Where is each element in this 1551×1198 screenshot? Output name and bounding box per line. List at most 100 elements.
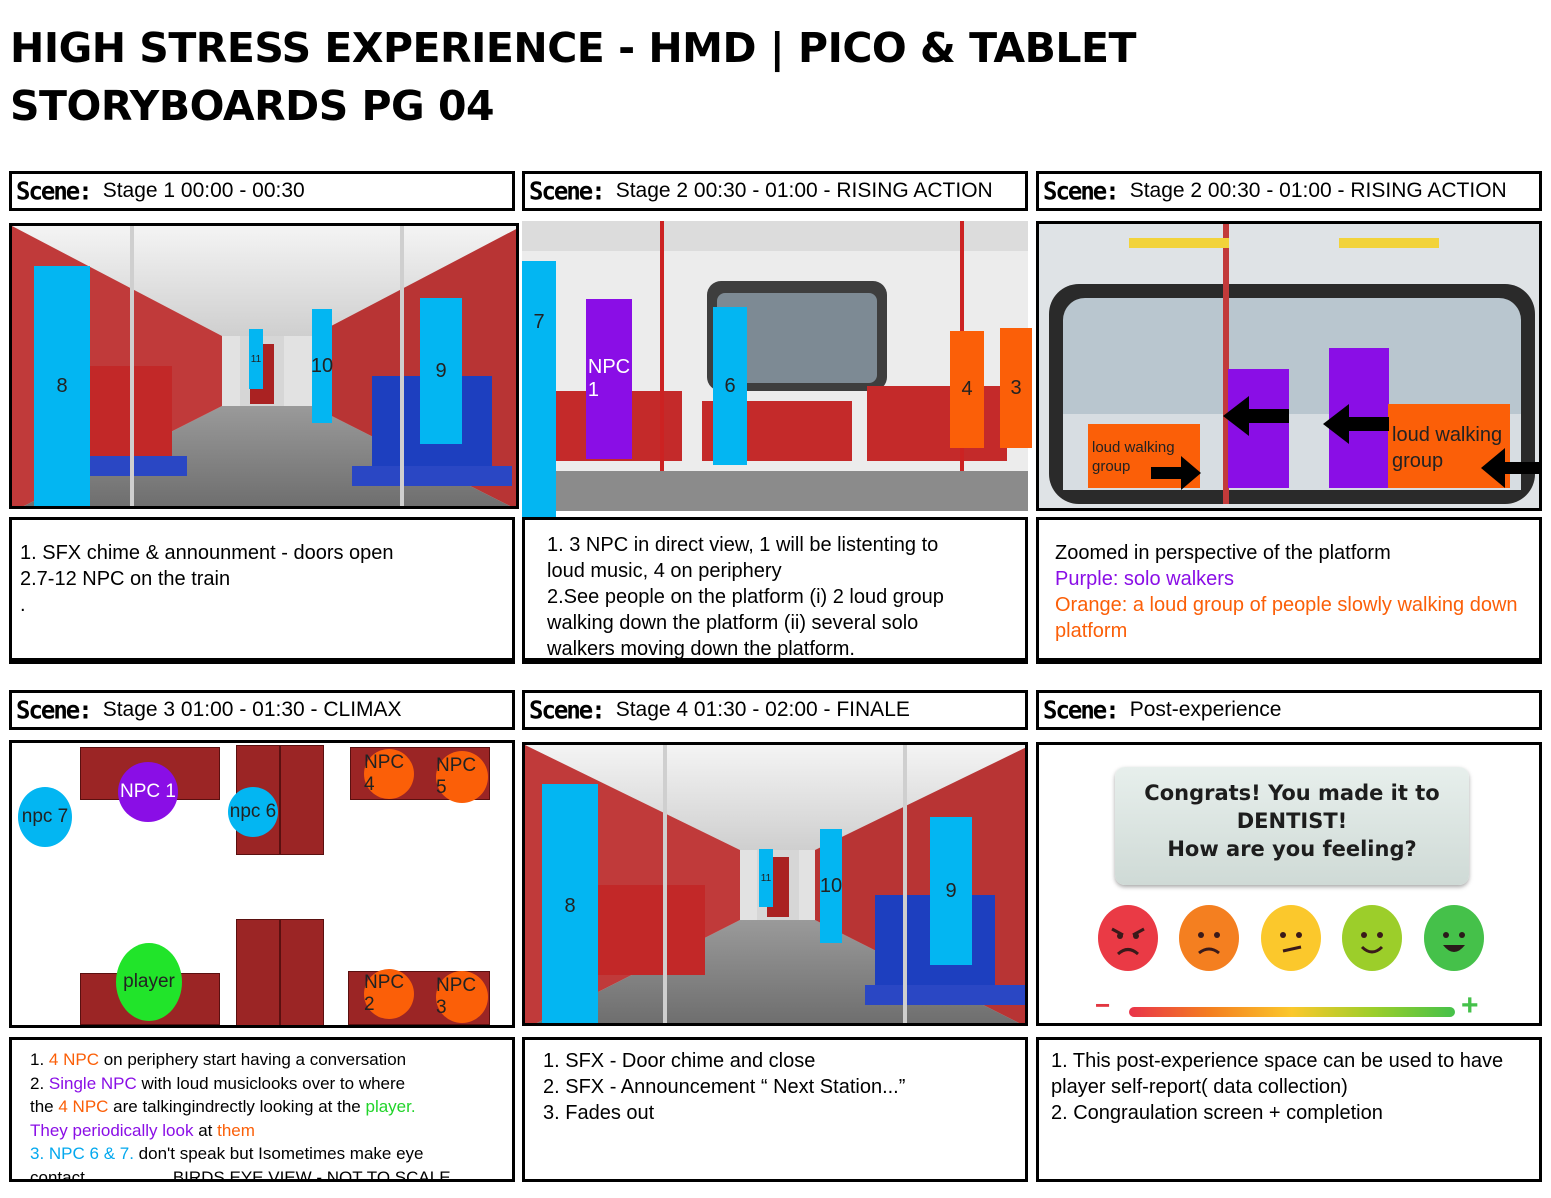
desc-purple-legend: Purple: solo walkers [1055, 568, 1234, 590]
desc-line: 1. SFX - Door chime and close [543, 1050, 816, 1072]
npc-block-11: 11 [249, 329, 263, 389]
npc-3-marker: NPC 3 [436, 971, 488, 1023]
npc-block-10: 10 [311, 309, 333, 423]
npc-block-3: 3 [1000, 328, 1032, 448]
npc-2-marker: NPC 2 [364, 969, 414, 1019]
sad-face-icon [1198, 932, 1220, 955]
npc-4-marker: NPC 4 [364, 749, 414, 799]
desc-line: Zoomed in perspective of the platform [1055, 542, 1391, 564]
congrats-banner: Congrats! You made it to DENTIST! How ar… [1115, 767, 1469, 885]
congrats-line: DENTIST! [1236, 809, 1348, 833]
seat-block [236, 919, 280, 1025]
desc-text: 4 NPC [48, 1050, 99, 1069]
congrats-line: Congrats! You made it to [1144, 781, 1440, 805]
desc-line: . [20, 594, 26, 616]
desc-text: 2. [30, 1073, 49, 1093]
npc-block-7: 7 [522, 261, 556, 521]
scene-5-header: Scene: Stage 4 01:30 - 02:00 - FINALE [522, 690, 1028, 730]
scene-label: Scene: [1043, 695, 1120, 725]
npc-block-npc1: NPC 1 [586, 299, 632, 459]
scene-2-title: Stage 2 00:30 - 01:00 - RISING ACTION [615, 179, 993, 202]
desc-line: 2. Congraulation screen + completion [1051, 1102, 1383, 1124]
desc-line: 3. Fades out [543, 1102, 655, 1124]
npc-block-11: 11 [759, 849, 773, 907]
scene-label: Scene: [16, 695, 93, 725]
npc-5-marker: NPC 5 [436, 751, 488, 803]
npc-block-9: 9 [420, 298, 462, 444]
scene-2-description: 1. 3 NPC in direct view, 1 will be liste… [522, 517, 1028, 661]
npc-1-marker: NPC 1 [118, 762, 178, 822]
birds-eye-note: BIRDS EYE VIEW - NOT TO SCALE [172, 1167, 451, 1182]
desc-text: on periphery start having a conversation [98, 1050, 407, 1069]
desc-line: 2.See people on the platform (i) 2 loud … [547, 586, 944, 608]
scene-3-title: Stage 2 00:30 - 01:00 - RISING ACTION [1129, 179, 1507, 202]
arrow-left-icon [1481, 448, 1539, 488]
scene-label: Scene: [1043, 176, 1120, 206]
mood-face-meh[interactable] [1261, 905, 1321, 971]
scene-label: Scene: [529, 695, 606, 725]
desc-line: 2.7-12 NPC on the train [20, 568, 231, 590]
desc-line-6: contact BIRDS EYE VIEW - NOT TO SCALE [30, 1166, 494, 1182]
scene-4-title: Stage 3 01:00 - 01:30 - CLIMAX [102, 698, 402, 721]
page-title-line2: STORYBOARDS PG 04 [10, 82, 495, 130]
mood-face-angry[interactable] [1098, 905, 1158, 971]
arrow-left-icon [1223, 396, 1289, 436]
scene-label: Scene: [16, 176, 93, 206]
seat-block [280, 919, 324, 1025]
scene-2-image: 7 NPC 1 6 4 3 [522, 221, 1032, 521]
npc-block-6: 6 [713, 307, 747, 465]
desc-text: player. [365, 1097, 416, 1116]
desc-line: 1. SFX chime & announment - doors open [20, 542, 394, 564]
desc-line-5: 3. NPC 6 & 7. don't speak but Isometimes… [30, 1142, 494, 1166]
desc-line: walkers moving down the platform. [547, 638, 855, 660]
desc-line: 1. This post-experience space can be use… [1051, 1050, 1504, 1072]
desc-orange-legend: Orange: a loud group of people slowly wa… [1055, 594, 1518, 642]
seat-block [280, 745, 324, 855]
desc-line: player self-report( data collection) [1051, 1076, 1348, 1098]
desc-text: them [217, 1120, 255, 1140]
mood-face-sad[interactable] [1179, 905, 1239, 971]
desc-line-3: the 4 NPC are talkingindrectly looking a… [30, 1095, 494, 1119]
scene-6-image: Congrats! You made it to DENTIST! How ar… [1036, 742, 1542, 1026]
desc-line: loud music, 4 on periphery [547, 560, 782, 582]
mood-face-happy[interactable] [1424, 905, 1484, 971]
scene-3-description: Zoomed in perspective of the platform Pu… [1036, 517, 1542, 661]
arrow-right-icon [1151, 456, 1201, 490]
desc-line-1: 1. 4 NPC on periphery start having a con… [30, 1048, 494, 1072]
arrow-left-icon [1323, 404, 1389, 444]
npc-block-9: 9 [930, 817, 972, 965]
desc-text: at [193, 1120, 218, 1140]
scale-plus: + [1461, 989, 1479, 1022]
scene-label: Scene: [529, 176, 606, 206]
scene-1-description: 1. SFX chime & announment - doors open 2… [9, 517, 515, 661]
npc-block-10: 10 [820, 829, 842, 943]
desc-text: 1. [30, 1050, 49, 1069]
desc-text: the [30, 1097, 59, 1116]
smile-face-icon [1360, 932, 1384, 954]
desc-text: don't speak but Isometimes make eye [133, 1144, 424, 1163]
desc-line: 2. SFX - Announcement “ Next Station...” [543, 1076, 906, 1098]
scale-minus: − [1095, 990, 1111, 1020]
desc-text: They periodically look [30, 1120, 194, 1140]
mood-scale-bar [1129, 1007, 1455, 1017]
desc-line: walking down the platform (ii) several s… [547, 612, 919, 634]
desc-text: 4 NPC [58, 1097, 109, 1116]
scene-5-description: 1. SFX - Door chime and close 2. SFX - A… [522, 1037, 1028, 1182]
desc-text: with loud musiclooks over to where [136, 1073, 406, 1093]
mood-face-smile[interactable] [1342, 905, 1402, 971]
npc-7-marker: npc 7 [18, 787, 72, 847]
scene-3-image: loud walking group loud walking group [1036, 221, 1542, 511]
scene-5-image: 8 11 10 9 [522, 742, 1028, 1026]
npc-block-8: 8 [542, 784, 598, 1023]
scene-4-birdseye: NPC 1 NPC 4 NPC 5 npc 7 npc 6 player NPC… [9, 740, 515, 1028]
meh-face-icon [1280, 932, 1302, 953]
desc-text: contact [30, 1167, 85, 1182]
scene-6-description: 1. This post-experience space can be use… [1036, 1037, 1542, 1182]
page-title-line1: HIGH STRESS EXPERIENCE - HMD | PICO & TA… [10, 24, 1136, 72]
desc-line-2: 2. Single NPC with loud musiclooks over … [30, 1072, 494, 1096]
scene-1-image: 8 11 10 9 [9, 223, 519, 509]
npc-block-4: 4 [950, 331, 984, 448]
player-marker: player [116, 943, 182, 1021]
npc-6-marker: npc 6 [228, 787, 278, 837]
desc-line: 1. 3 NPC in direct view, 1 will be liste… [547, 534, 939, 556]
